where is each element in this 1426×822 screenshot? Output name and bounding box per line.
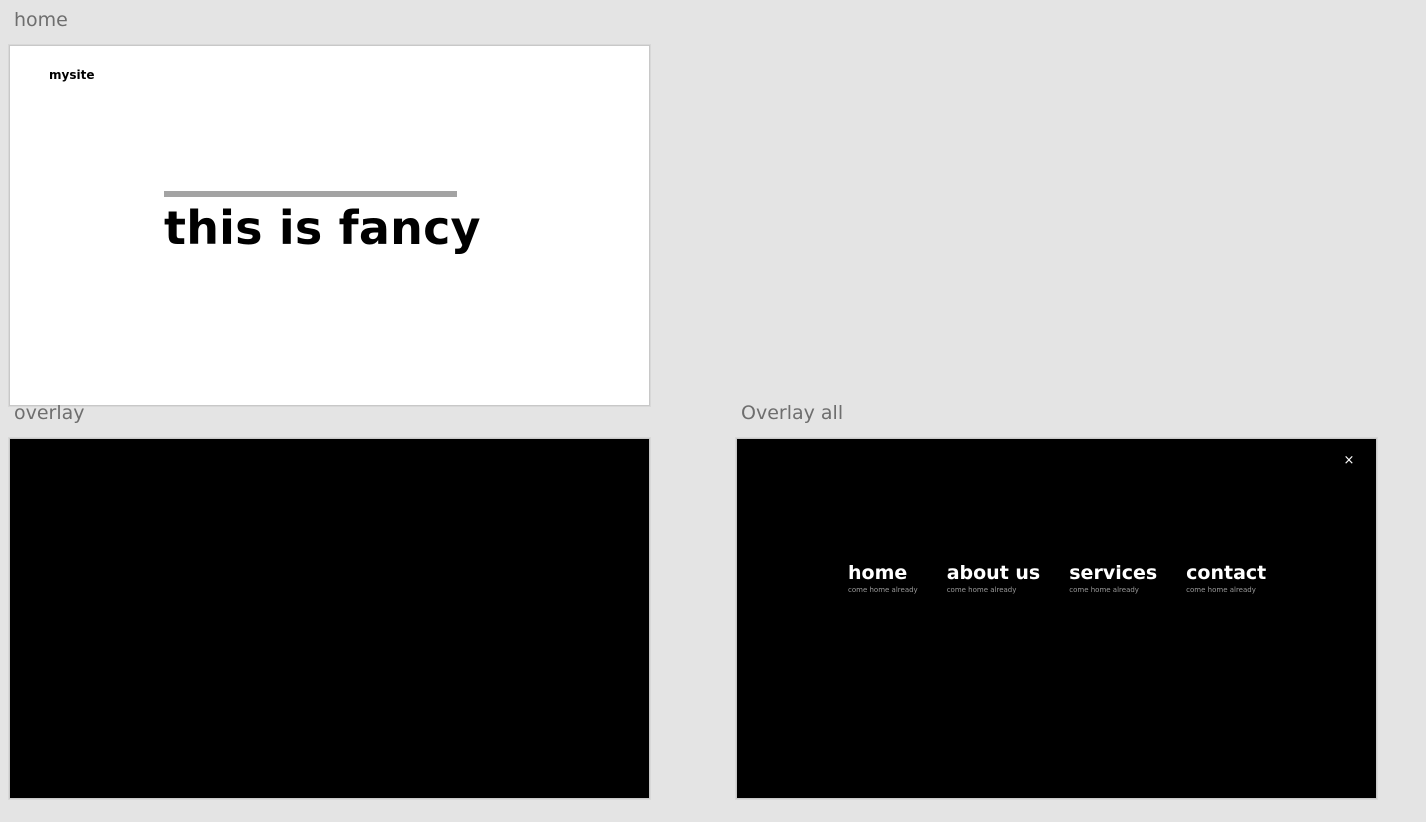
nav-item-label: services: [1069, 562, 1158, 584]
nav-item-about-us[interactable]: about us come home already: [947, 563, 1041, 594]
hero-divider: [164, 191, 457, 197]
artboard-label-home[interactable]: home: [14, 11, 68, 30]
close-button[interactable]: ×: [1341, 453, 1357, 469]
close-icon: ×: [1343, 453, 1355, 468]
nav-item-subtitle: come home already: [848, 585, 918, 594]
artboard-label-overlay-all[interactable]: Overlay all: [741, 404, 843, 423]
nav-item-label: contact: [1186, 562, 1267, 584]
site-logo[interactable]: mysite: [49, 68, 94, 82]
nav-item-label: home: [848, 562, 908, 584]
nav-item-label: about us: [946, 562, 1041, 584]
artboard-overlay[interactable]: [9, 438, 650, 799]
nav-item-home[interactable]: home come home already: [848, 563, 918, 594]
nav-item-subtitle: come home already: [1069, 585, 1139, 594]
nav-item-contact[interactable]: contact come home already: [1186, 563, 1266, 594]
artboard-label-overlay[interactable]: overlay: [14, 404, 85, 423]
design-canvas: home mysite this is fancy overlay Overla…: [0, 0, 1426, 822]
overlay-nav-menu: home come home already about us come hom…: [848, 563, 1266, 594]
nav-item-subtitle: come home already: [946, 585, 1017, 594]
nav-item-subtitle: come home already: [1186, 585, 1256, 594]
nav-item-services[interactable]: services come home already: [1069, 563, 1157, 594]
artboard-overlay-all[interactable]: × home come home already about us come h…: [736, 438, 1377, 799]
hero-title: this is fancy: [164, 201, 481, 255]
artboard-home[interactable]: mysite this is fancy: [9, 45, 650, 406]
